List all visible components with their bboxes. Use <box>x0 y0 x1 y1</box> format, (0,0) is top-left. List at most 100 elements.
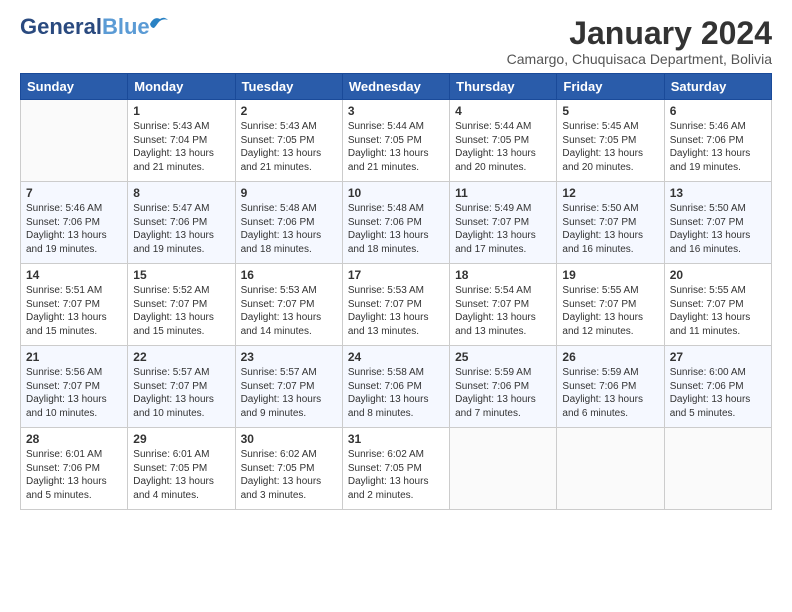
cell-content: Sunrise: 5:51 AMSunset: 7:07 PMDaylight:… <box>26 284 122 338</box>
calendar-cell: 27 Sunrise: 6:00 AMSunset: 7:06 PMDayligh… <box>664 346 771 428</box>
cell-content: Sunrise: 6:00 AMSunset: 7:06 PMDaylight:… <box>670 366 766 420</box>
calendar-cell: 17 Sunrise: 5:53 AMSunset: 7:07 PMDayligh… <box>342 264 449 346</box>
cell-content: Sunrise: 6:01 AMSunset: 7:06 PMDaylight:… <box>26 448 122 502</box>
calendar-cell: 21Sunrise: 5:56 AMSunset: 7:07 PMDayligh… <box>21 346 128 428</box>
cell-content: Sunrise: 5:55 AMSunset: 7:07 PMDaylight:… <box>562 284 658 338</box>
calendar-cell: 15 Sunrise: 5:52 AMSunset: 7:07 PMDayligh… <box>128 264 235 346</box>
calendar-cell: 29 Sunrise: 6:01 AMSunset: 7:05 PMDayligh… <box>128 428 235 510</box>
header: GeneralBlue January 2024 Camargo, Chuqui… <box>20 16 772 67</box>
day-number: 2 <box>241 104 337 118</box>
day-number: 30 <box>241 432 337 446</box>
day-number: 1 <box>133 104 229 118</box>
logo-blue: Blue <box>102 14 150 39</box>
calendar-cell <box>21 100 128 182</box>
col-header-sunday: Sunday <box>21 74 128 100</box>
week-row-0: 1 Sunrise: 5:43 AMSunset: 7:04 PMDaylight… <box>21 100 772 182</box>
calendar-cell: 16 Sunrise: 5:53 AMSunset: 7:07 PMDayligh… <box>235 264 342 346</box>
day-number: 7 <box>26 186 122 200</box>
day-number: 21 <box>26 350 122 364</box>
cell-content: Sunrise: 5:43 AMSunset: 7:05 PMDaylight:… <box>241 120 337 174</box>
calendar-cell <box>450 428 557 510</box>
cell-content: Sunrise: 5:43 AMSunset: 7:04 PMDaylight:… <box>133 120 229 174</box>
cell-content: Sunrise: 5:49 AMSunset: 7:07 PMDaylight:… <box>455 202 551 256</box>
day-number: 12 <box>562 186 658 200</box>
day-number: 20 <box>670 268 766 282</box>
cell-content: Sunrise: 5:52 AMSunset: 7:07 PMDaylight:… <box>133 284 229 338</box>
cell-content: Sunrise: 5:48 AMSunset: 7:06 PMDaylight:… <box>241 202 337 256</box>
day-number: 19 <box>562 268 658 282</box>
cell-content: Sunrise: 5:44 AMSunset: 7:05 PMDaylight:… <box>348 120 444 174</box>
day-number: 22 <box>133 350 229 364</box>
day-number: 26 <box>562 350 658 364</box>
day-number: 9 <box>241 186 337 200</box>
calendar-cell <box>557 428 664 510</box>
day-number: 28 <box>26 432 122 446</box>
day-number: 15 <box>133 268 229 282</box>
day-number: 5 <box>562 104 658 118</box>
day-number: 16 <box>241 268 337 282</box>
calendar-cell: 25Sunrise: 5:59 AMSunset: 7:06 PMDayligh… <box>450 346 557 428</box>
month-title: January 2024 <box>507 16 772 51</box>
day-number: 27 <box>670 350 766 364</box>
calendar-cell: 1 Sunrise: 5:43 AMSunset: 7:04 PMDaylight… <box>128 100 235 182</box>
calendar-cell: 19 Sunrise: 5:55 AMSunset: 7:07 PMDayligh… <box>557 264 664 346</box>
col-header-thursday: Thursday <box>450 74 557 100</box>
calendar-cell: 8 Sunrise: 5:47 AMSunset: 7:06 PMDaylight… <box>128 182 235 264</box>
logo: GeneralBlue <box>20 16 170 38</box>
day-number: 17 <box>348 268 444 282</box>
cell-content: Sunrise: 6:02 AMSunset: 7:05 PMDaylight:… <box>241 448 337 502</box>
cell-content: Sunrise: 5:46 AMSunset: 7:06 PMDaylight:… <box>26 202 122 256</box>
calendar-table: SundayMondayTuesdayWednesdayThursdayFrid… <box>20 73 772 510</box>
cell-content: Sunrise: 5:59 AMSunset: 7:06 PMDaylight:… <box>562 366 658 420</box>
calendar-cell: 9 Sunrise: 5:48 AMSunset: 7:06 PMDaylight… <box>235 182 342 264</box>
calendar-cell: 4Sunrise: 5:44 AMSunset: 7:05 PMDaylight… <box>450 100 557 182</box>
cell-content: Sunrise: 5:47 AMSunset: 7:06 PMDaylight:… <box>133 202 229 256</box>
cell-content: Sunrise: 5:50 AMSunset: 7:07 PMDaylight:… <box>562 202 658 256</box>
day-number: 18 <box>455 268 551 282</box>
calendar-cell: 28 Sunrise: 6:01 AMSunset: 7:06 PMDayligh… <box>21 428 128 510</box>
cell-content: Sunrise: 5:53 AMSunset: 7:07 PMDaylight:… <box>241 284 337 338</box>
calendar-cell: 26 Sunrise: 5:59 AMSunset: 7:06 PMDayligh… <box>557 346 664 428</box>
cell-content: Sunrise: 6:01 AMSunset: 7:05 PMDaylight:… <box>133 448 229 502</box>
logo-text: GeneralBlue <box>20 16 150 38</box>
cell-content: Sunrise: 5:54 AMSunset: 7:07 PMDaylight:… <box>455 284 551 338</box>
cell-content: Sunrise: 5:48 AMSunset: 7:06 PMDaylight:… <box>348 202 444 256</box>
calendar-cell: 5Sunrise: 5:45 AMSunset: 7:05 PMDaylight… <box>557 100 664 182</box>
cell-content: Sunrise: 5:53 AMSunset: 7:07 PMDaylight:… <box>348 284 444 338</box>
day-number: 24 <box>348 350 444 364</box>
week-row-3: 21Sunrise: 5:56 AMSunset: 7:07 PMDayligh… <box>21 346 772 428</box>
col-header-friday: Friday <box>557 74 664 100</box>
calendar-cell: 7 Sunrise: 5:46 AMSunset: 7:06 PMDaylight… <box>21 182 128 264</box>
cell-content: Sunrise: 5:44 AMSunset: 7:05 PMDaylight:… <box>455 120 551 174</box>
col-header-monday: Monday <box>128 74 235 100</box>
calendar-cell: 6 Sunrise: 5:46 AMSunset: 7:06 PMDaylight… <box>664 100 771 182</box>
calendar-cell: 11 Sunrise: 5:49 AMSunset: 7:07 PMDayligh… <box>450 182 557 264</box>
day-number: 13 <box>670 186 766 200</box>
calendar-cell: 3 Sunrise: 5:44 AMSunset: 7:05 PMDaylight… <box>342 100 449 182</box>
calendar-cell: 24 Sunrise: 5:58 AMSunset: 7:06 PMDayligh… <box>342 346 449 428</box>
day-number: 11 <box>455 186 551 200</box>
day-number: 29 <box>133 432 229 446</box>
calendar-cell <box>664 428 771 510</box>
calendar-cell: 30 Sunrise: 6:02 AMSunset: 7:05 PMDayligh… <box>235 428 342 510</box>
day-number: 14 <box>26 268 122 282</box>
cell-content: Sunrise: 5:57 AMSunset: 7:07 PMDaylight:… <box>241 366 337 420</box>
day-number: 23 <box>241 350 337 364</box>
cell-content: Sunrise: 5:50 AMSunset: 7:07 PMDaylight:… <box>670 202 766 256</box>
logo-bird-icon <box>148 14 170 32</box>
cell-content: Sunrise: 5:59 AMSunset: 7:06 PMDaylight:… <box>455 366 551 420</box>
cell-content: Sunrise: 5:55 AMSunset: 7:07 PMDaylight:… <box>670 284 766 338</box>
title-block: January 2024 Camargo, Chuquisaca Departm… <box>507 16 772 67</box>
day-number: 6 <box>670 104 766 118</box>
cell-content: Sunrise: 5:58 AMSunset: 7:06 PMDaylight:… <box>348 366 444 420</box>
calendar-cell: 13 Sunrise: 5:50 AMSunset: 7:07 PMDayligh… <box>664 182 771 264</box>
calendar-cell: 23 Sunrise: 5:57 AMSunset: 7:07 PMDayligh… <box>235 346 342 428</box>
calendar-cell: 22Sunrise: 5:57 AMSunset: 7:07 PMDayligh… <box>128 346 235 428</box>
day-number: 8 <box>133 186 229 200</box>
calendar-cell: 18 Sunrise: 5:54 AMSunset: 7:07 PMDayligh… <box>450 264 557 346</box>
day-number: 10 <box>348 186 444 200</box>
cell-content: Sunrise: 5:46 AMSunset: 7:06 PMDaylight:… <box>670 120 766 174</box>
day-number: 3 <box>348 104 444 118</box>
calendar-cell: 12 Sunrise: 5:50 AMSunset: 7:07 PMDayligh… <box>557 182 664 264</box>
calendar-cell: 31Sunrise: 6:02 AMSunset: 7:05 PMDayligh… <box>342 428 449 510</box>
